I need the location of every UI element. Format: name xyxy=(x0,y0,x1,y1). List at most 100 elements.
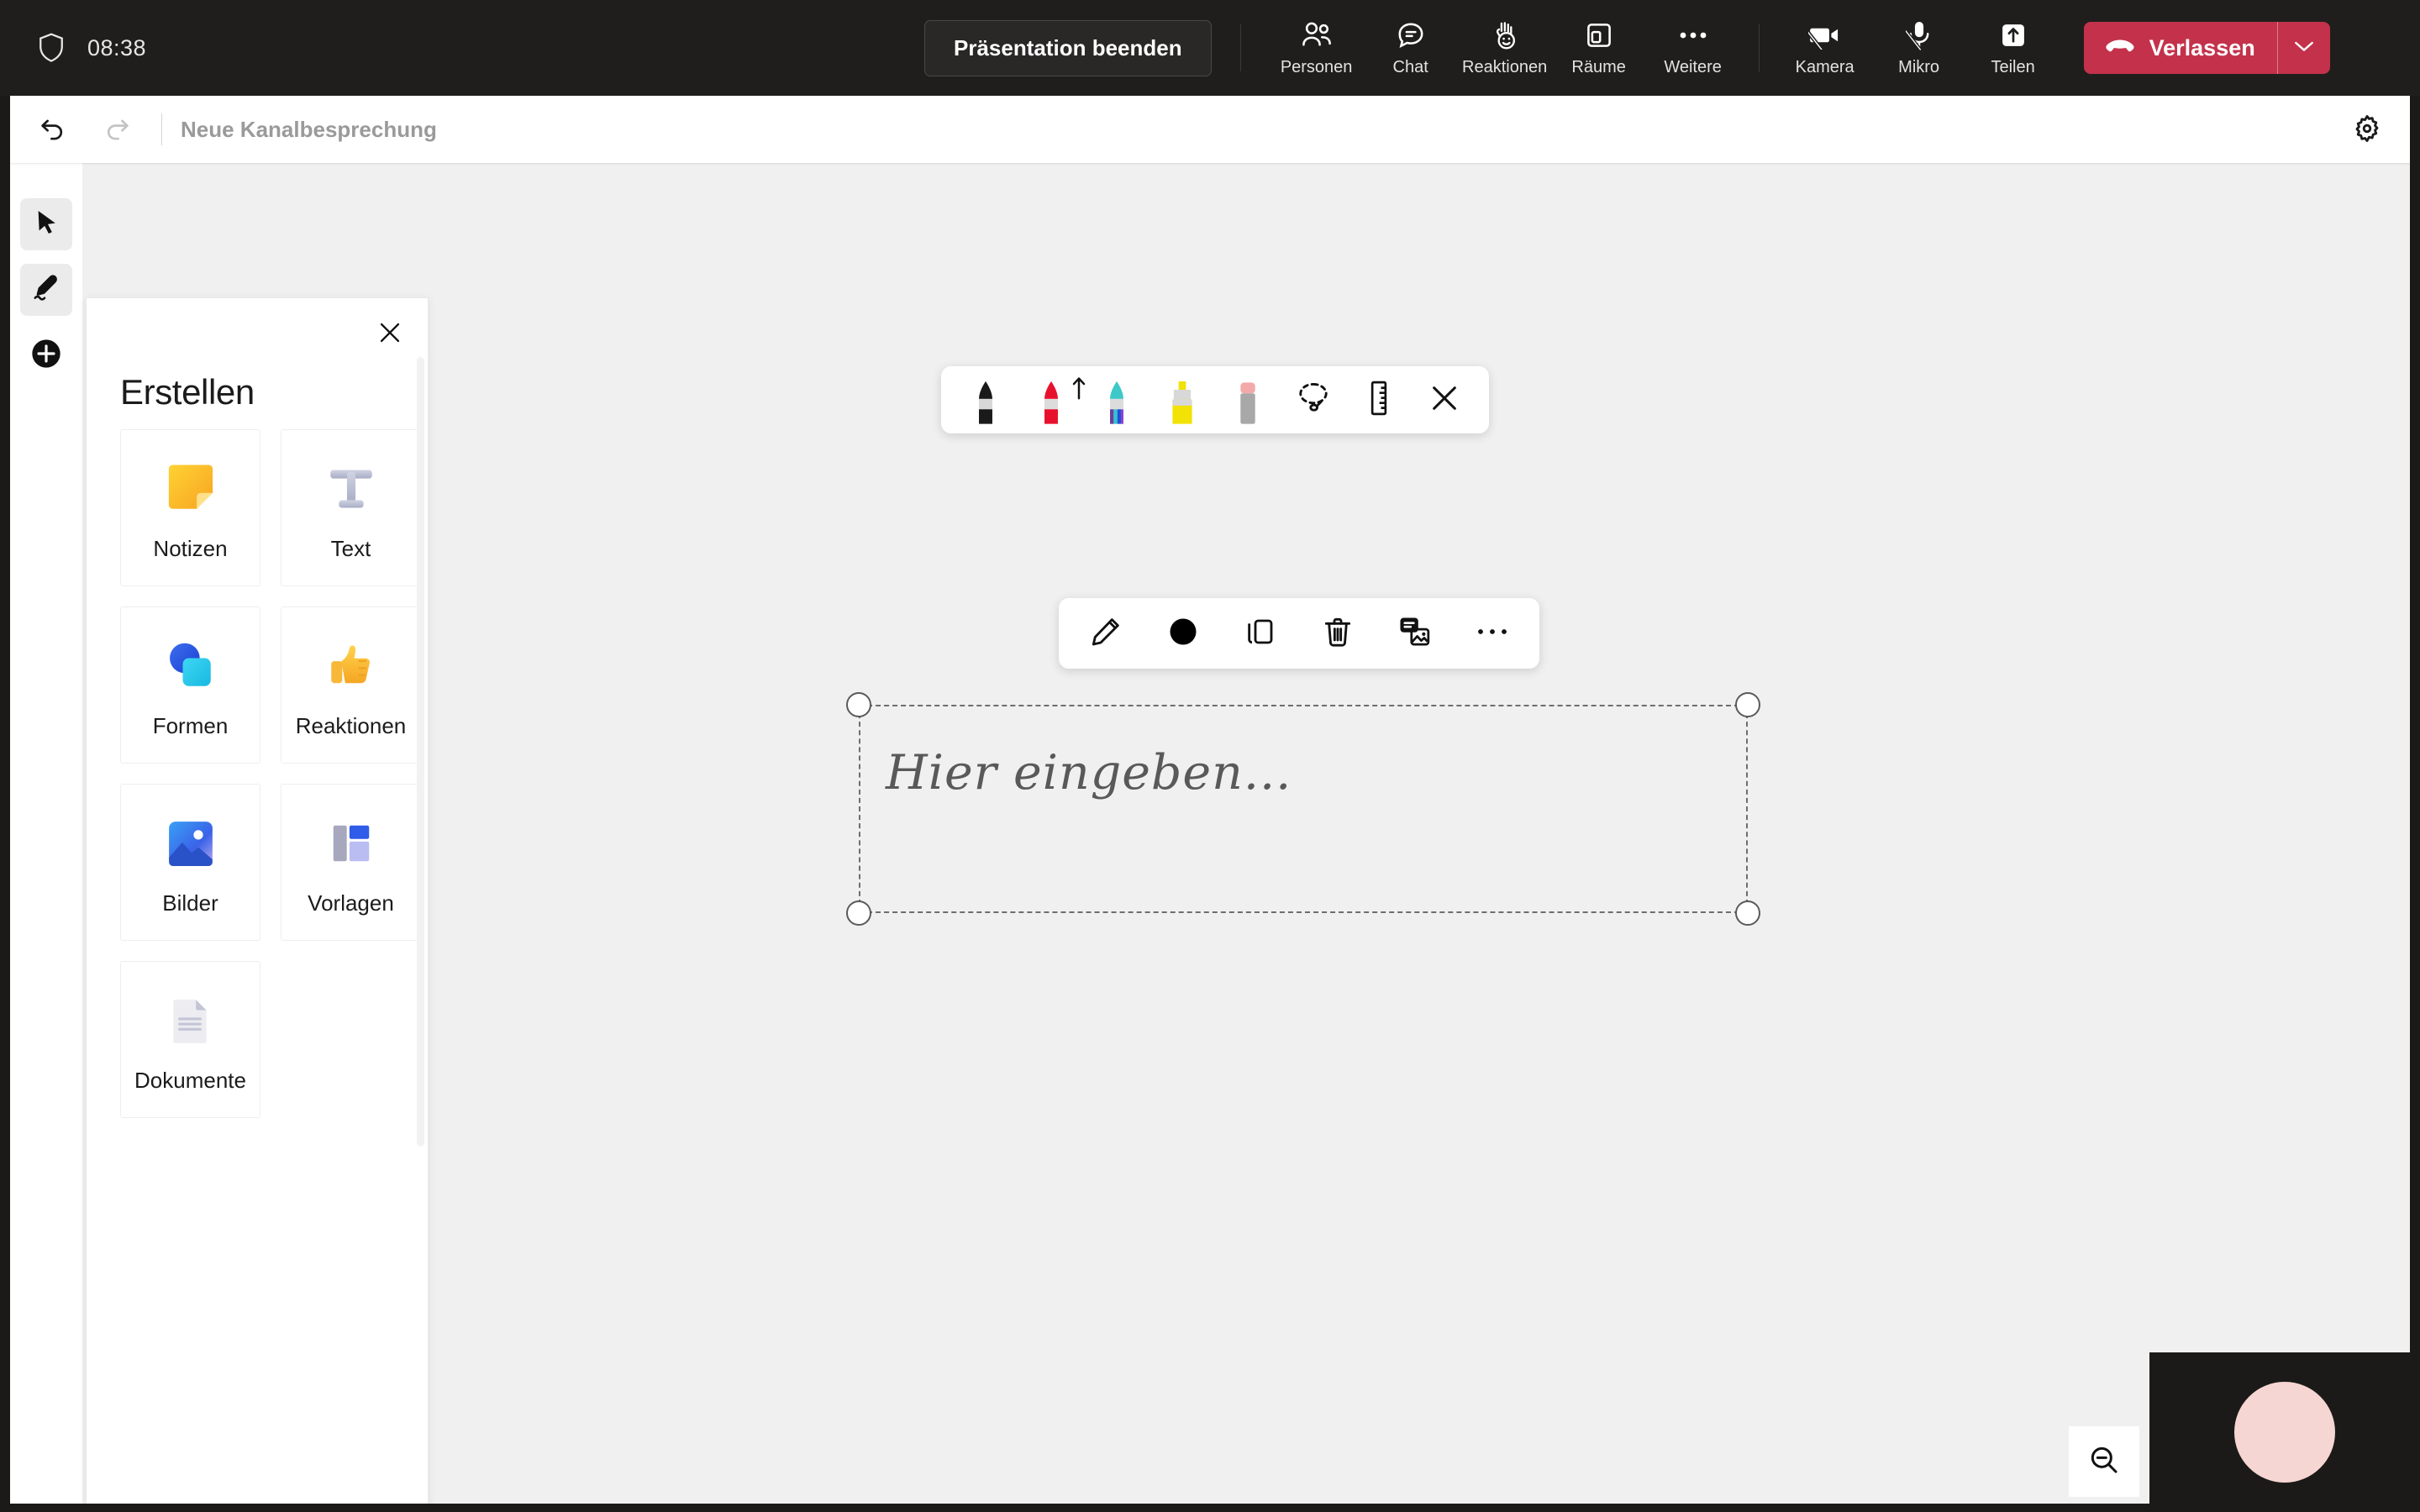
select-tool-button[interactable] xyxy=(20,198,72,250)
meeting-control-teilen[interactable]: Teilen xyxy=(1966,12,2060,84)
pen-black-button[interactable] xyxy=(953,372,1018,428)
gear-icon xyxy=(2351,113,2383,149)
pen-red-button[interactable] xyxy=(1018,372,1086,428)
create-card-dokumente[interactable]: Dokumente xyxy=(120,961,260,1118)
text-t-icon xyxy=(316,454,387,524)
object-context-toolbar xyxy=(1059,598,1539,669)
mic-off-icon xyxy=(1905,18,1933,52)
ruler-icon xyxy=(1362,380,1396,421)
ink-toolbar xyxy=(941,366,1489,433)
close-icon xyxy=(1428,381,1461,419)
create-card-bilder[interactable]: Bilder xyxy=(120,784,260,941)
lasso-select-button[interactable] xyxy=(1281,372,1346,428)
create-panel: Erstellen Notizen Text Formen Reaktionen… xyxy=(86,297,429,1504)
eraser-button[interactable] xyxy=(1215,372,1281,428)
resize-handle-top-left[interactable] xyxy=(846,692,871,717)
edit-pencil-icon xyxy=(1089,615,1123,653)
meeting-control-chat[interactable]: Chat xyxy=(1364,12,1458,84)
create-panel-grid: Notizen Text Formen Reaktionen Bilder Vo… xyxy=(120,429,421,1118)
meeting-control-label: Kamera xyxy=(1795,58,1854,76)
settings-button[interactable] xyxy=(2343,106,2391,155)
edit-button[interactable] xyxy=(1071,606,1141,661)
meeting-control-label: Personen xyxy=(1280,58,1353,76)
create-card-reaktionen[interactable]: Reaktionen xyxy=(281,606,421,764)
highlighter-button[interactable] xyxy=(1150,372,1215,428)
convert-to-image-button[interactable] xyxy=(1380,606,1450,661)
meeting-control-kamera[interactable]: Kamera xyxy=(1778,12,1872,84)
people-icon xyxy=(1300,18,1334,52)
meeting-control-raeume[interactable]: Räume xyxy=(1552,12,1646,84)
create-tool-button[interactable] xyxy=(20,329,72,381)
text-object[interactable]: Hier eingeben... xyxy=(846,692,1760,926)
panel-scrollbar[interactable] xyxy=(417,357,424,1147)
toolbar-divider xyxy=(1758,24,1760,72)
redo-button[interactable] xyxy=(91,106,145,153)
color-swatch-icon xyxy=(1166,615,1200,653)
share-icon xyxy=(1998,18,2028,52)
leave-meeting-group: Verlassen xyxy=(2083,22,2330,74)
create-card-label: Dokumente xyxy=(134,1068,246,1093)
undo-button[interactable] xyxy=(25,106,79,153)
avatar xyxy=(2234,1382,2335,1483)
undo-icon xyxy=(37,113,67,147)
meeting-timer: 08:38 xyxy=(87,34,147,60)
text-placeholder[interactable]: Hier eingeben... xyxy=(886,745,1292,801)
shield-icon xyxy=(37,32,66,64)
meeting-bar-left: 08:38 xyxy=(0,32,924,64)
zoom-out-button[interactable] xyxy=(2069,1426,2139,1497)
sticky-note-icon xyxy=(155,454,226,524)
meeting-control-label: Reaktionen xyxy=(1462,58,1548,76)
pen-rainbow-button[interactable] xyxy=(1084,372,1150,428)
create-card-label: Vorlagen xyxy=(308,890,394,916)
ink-tool-button[interactable] xyxy=(20,264,72,316)
meeting-control-label: Räume xyxy=(1571,58,1626,76)
more-icon xyxy=(1676,18,1710,52)
rooms-icon xyxy=(1584,18,1614,52)
create-card-label: Bilder xyxy=(162,890,218,916)
more-options-button[interactable] xyxy=(1457,606,1528,661)
create-panel-title: Erstellen xyxy=(120,372,255,412)
ruler-button[interactable] xyxy=(1346,372,1412,428)
create-card-label: Formen xyxy=(152,713,229,738)
meeting-control-personen[interactable]: Personen xyxy=(1270,12,1364,84)
meeting-control-label: Chat xyxy=(1392,58,1428,76)
duplicate-button[interactable] xyxy=(1225,606,1296,661)
reactions-icon xyxy=(1488,18,1522,52)
close-ink-toolbar-button[interactable] xyxy=(1412,372,1477,428)
lasso-select-icon xyxy=(1295,380,1332,421)
leave-options-button[interactable] xyxy=(2278,22,2330,74)
create-card-text[interactable]: Text xyxy=(281,429,421,586)
meeting-control-label: Mikro xyxy=(1898,58,1940,76)
meeting-control-reaktionen[interactable]: Reaktionen xyxy=(1458,12,1552,84)
toolbar-divider xyxy=(1239,24,1241,71)
create-card-formen[interactable]: Formen xyxy=(120,606,260,764)
meeting-control-mikro[interactable]: Mikro xyxy=(1872,12,1966,84)
header-divider xyxy=(161,113,162,145)
meeting-control-label: Weitere xyxy=(1664,58,1722,76)
window-left-edge xyxy=(0,96,10,1512)
end-presentation-button[interactable]: Präsentation beenden xyxy=(924,19,1212,76)
meeting-control-label: Teilen xyxy=(1991,58,2035,76)
create-card-label: Notizen xyxy=(153,536,228,561)
resize-handle-bottom-right[interactable] xyxy=(1735,900,1760,926)
delete-button[interactable] xyxy=(1302,606,1373,661)
create-card-notizen[interactable]: Notizen xyxy=(120,429,260,586)
meeting-control-weitere[interactable]: Weitere xyxy=(1646,12,1740,84)
zoom-out-icon xyxy=(2087,1443,2121,1481)
whiteboard-header: Neue Kanalbesprechung xyxy=(10,96,2410,163)
create-card-vorlagen[interactable]: Vorlagen xyxy=(281,784,421,941)
templates-icon xyxy=(316,808,387,879)
cursor-icon xyxy=(32,208,60,241)
thumbs-up-icon xyxy=(316,631,387,701)
leave-meeting-button[interactable]: Verlassen xyxy=(2084,22,2277,74)
document-icon xyxy=(155,985,226,1056)
resize-handle-top-right[interactable] xyxy=(1735,692,1760,717)
resize-handle-bottom-left[interactable] xyxy=(846,900,871,926)
close-create-panel-button[interactable] xyxy=(366,310,414,359)
leave-meeting-label: Verlassen xyxy=(2149,34,2255,60)
delete-trash-icon xyxy=(1321,615,1355,653)
participant-video-tile[interactable] xyxy=(2149,1352,2420,1512)
more-options-icon xyxy=(1476,626,1509,642)
color-button[interactable] xyxy=(1148,606,1218,661)
image-icon xyxy=(155,808,226,879)
